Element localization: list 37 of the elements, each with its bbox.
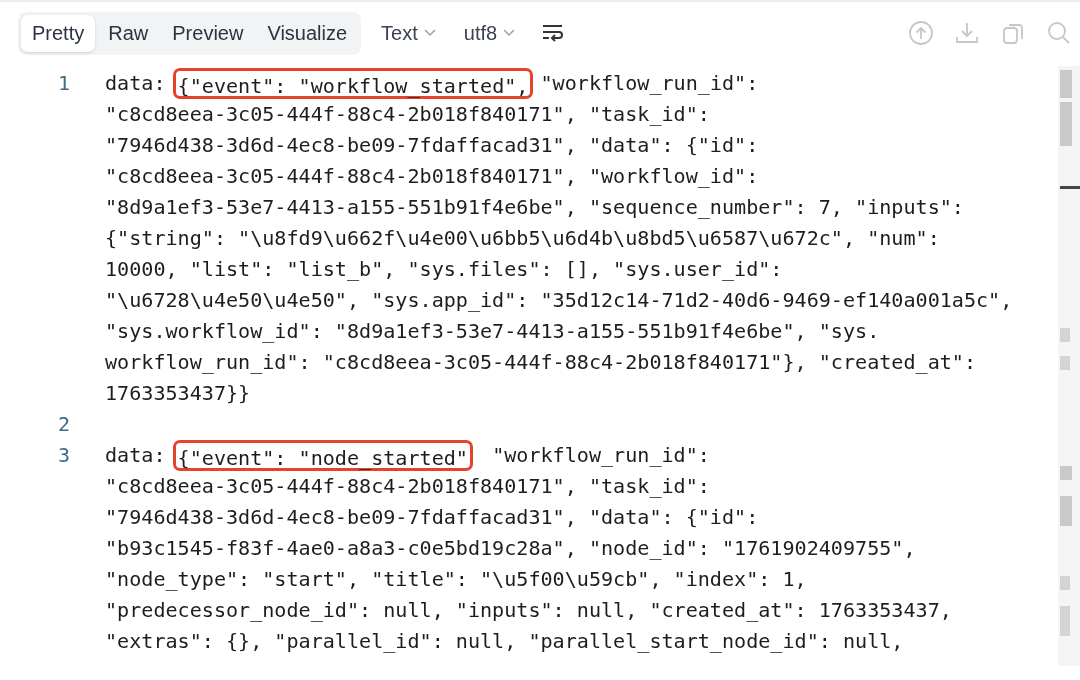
code-text: "c8cd8eea-3c05-444f-88c4-2b018f840171", "workflow_id":: [105, 163, 759, 190]
code-text: "\u6728\u4e50\u4e50", "sys.app_id": "35d12c14-71d2-40d6-9469-ef140a001a5c",: [105, 287, 1013, 314]
code-text: 10000, "list": "list_b", "sys.files": [], "sys.user_id":: [105, 256, 783, 283]
code-text: "workflow_run_id":: [539, 70, 759, 97]
code-text: "c8cd8eea-3c05-444f-88c4-2b018f840171", "task_id":: [105, 101, 710, 128]
code-text: "sys.workflow_id": "8d9a1ef3-53e7-4413-a155-551b91f4e6be", "sys.: [105, 318, 880, 345]
code-text: "predecessor_node_id": null, "inputs": null, "created_at": 1763353437,: [105, 597, 952, 624]
code-text: 1763353437}}: [105, 380, 251, 407]
line-number: 3: [56, 442, 71, 469]
format-dropdown[interactable]: Text: [373, 15, 444, 51]
highlight-box: {"event": "workflow_started",: [172, 68, 534, 99]
view-tab[interactable]: Pretty: [21, 14, 96, 52]
code-text: data:: [105, 70, 167, 97]
highlight-box: {"event": "node_started": [172, 440, 473, 471]
view-tab[interactable]: Raw: [97, 14, 160, 52]
chevron-down-icon: [423, 29, 436, 37]
chevron-down-icon: [503, 29, 516, 37]
line-number: 1: [56, 70, 71, 97]
code-text: "c8cd8eea-3c05-444f-88c4-2b018f840171", "task_id":: [105, 473, 710, 500]
wrap-lines-icon[interactable]: [541, 23, 566, 43]
format-dropdown[interactable]: utf8: [455, 15, 524, 51]
code-text: "8d9a1ef3-53e7-4413-a155-551b91f4e6be", "sequence_number": 7, "inputs":: [105, 194, 964, 221]
code-text: "workflow_run_id":: [491, 442, 710, 469]
code-text: "extras": {}, "parallel_id": null, "parallel_start_node_id": null,: [105, 628, 904, 655]
view-tab[interactable]: Preview: [161, 14, 255, 52]
code-text: data:: [105, 442, 167, 469]
code-text: "node_type": "start", "title": "\u5f00\u59cb", "index": 1,: [105, 566, 807, 593]
code-text: workflow_run_id": "c8cd8eea-3c05-444f-88c4-2b018f840171"}, "created_at":: [105, 349, 977, 376]
code-text: {"string": "\u8fd9\u662f\u4e00\u6bb5\u6d4b\u8bd5\u6587\u672c", "num":: [105, 225, 940, 252]
view-tab[interactable]: Visualize: [256, 14, 359, 52]
line-number: 2: [56, 411, 71, 438]
search-icon[interactable]: [1046, 20, 1072, 46]
download-icon[interactable]: [954, 20, 980, 46]
upload-icon[interactable]: [908, 20, 934, 46]
code-text: "7946d438-3d6d-4ec8-be09-7fdaffacad31", "data": {"id":: [105, 132, 759, 159]
code-text: "7946d438-3d6d-4ec8-be09-7fdaffacad31", "data": {"id":: [105, 504, 759, 531]
code-text: "b93c1545-f83f-4ae0-a8a3-c0e5bd19c28a", "node_id": "1761902409755",: [105, 535, 916, 562]
